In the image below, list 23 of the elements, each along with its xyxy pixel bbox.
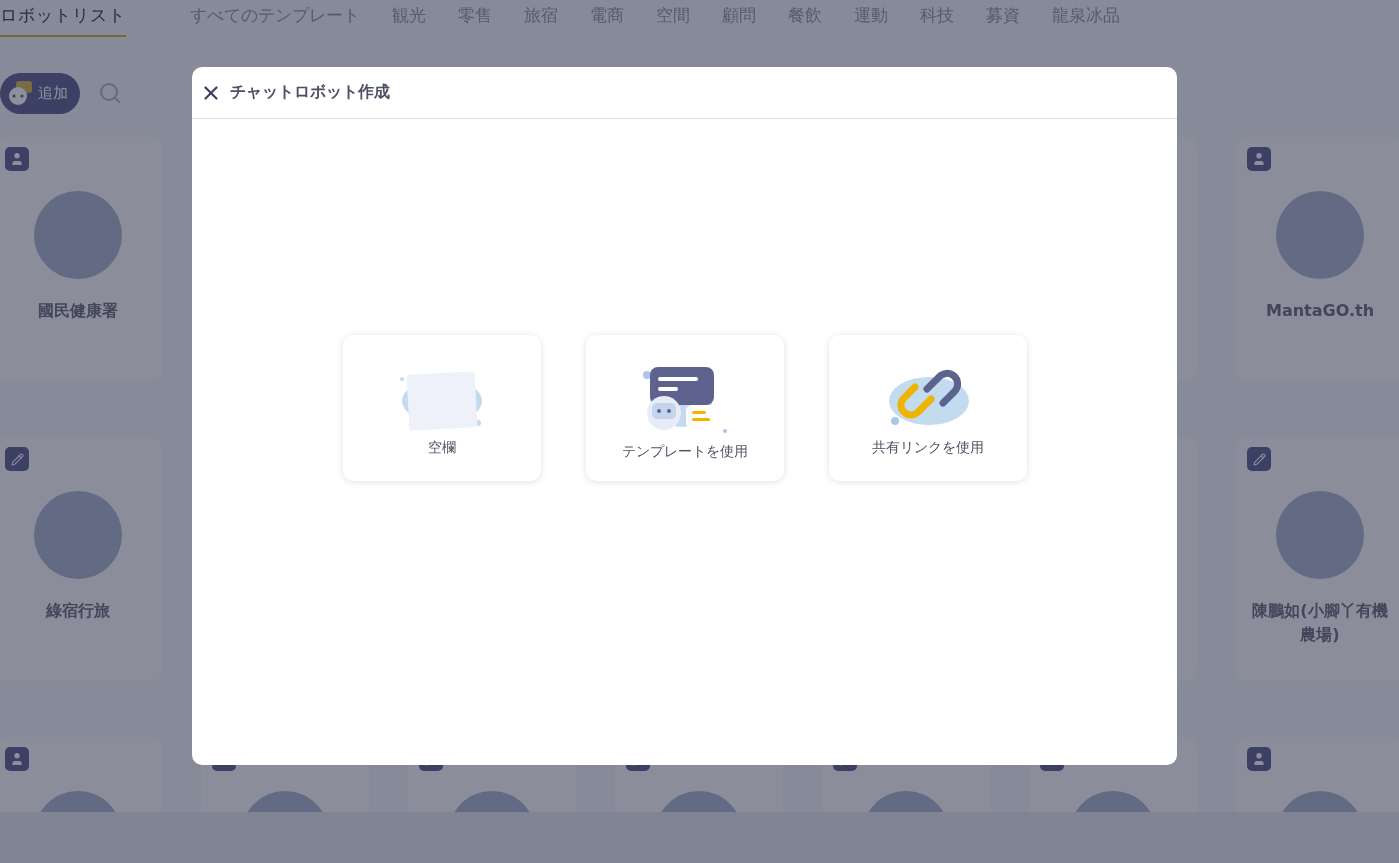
bot-card[interactable]: 國民健康署 xyxy=(0,137,162,381)
bot-name: 綠宿行旅 xyxy=(46,600,110,622)
blank-sheet-icon xyxy=(399,368,484,431)
robot-icon xyxy=(6,80,34,106)
person-badge-icon xyxy=(5,147,29,171)
option-card[interactable]: 共有リンクを使用 xyxy=(828,335,1027,481)
bot-name: 國民健康署 xyxy=(38,300,118,322)
bot-name: 陳鵬如(小腳丫有機農場) xyxy=(1251,600,1389,646)
pencil-badge-icon[interactable] xyxy=(1247,447,1271,471)
add-button[interactable]: 追加 xyxy=(0,72,80,114)
bot-card[interactable]: MantaGO.th xyxy=(1236,137,1399,381)
person-badge-icon xyxy=(1247,147,1271,171)
page-tab[interactable]: ロボットリスト xyxy=(0,0,126,37)
dialog-title: チャットロボット作成 xyxy=(230,82,390,103)
person-badge-icon xyxy=(1247,747,1271,771)
bot-card[interactable]: 陳鵬如(小腳丫有機農場) xyxy=(1236,437,1399,681)
robot-chat-icon xyxy=(641,364,728,435)
option-card[interactable]: 空欄 xyxy=(342,335,541,481)
bot-card[interactable]: 綠宿行旅 xyxy=(0,437,162,681)
option-card[interactable]: テンプレートを使用 xyxy=(585,335,784,481)
pencil-badge-icon[interactable] xyxy=(5,447,29,471)
person-badge-icon xyxy=(5,747,29,771)
bot-name: MantaGO.th xyxy=(1265,300,1375,322)
